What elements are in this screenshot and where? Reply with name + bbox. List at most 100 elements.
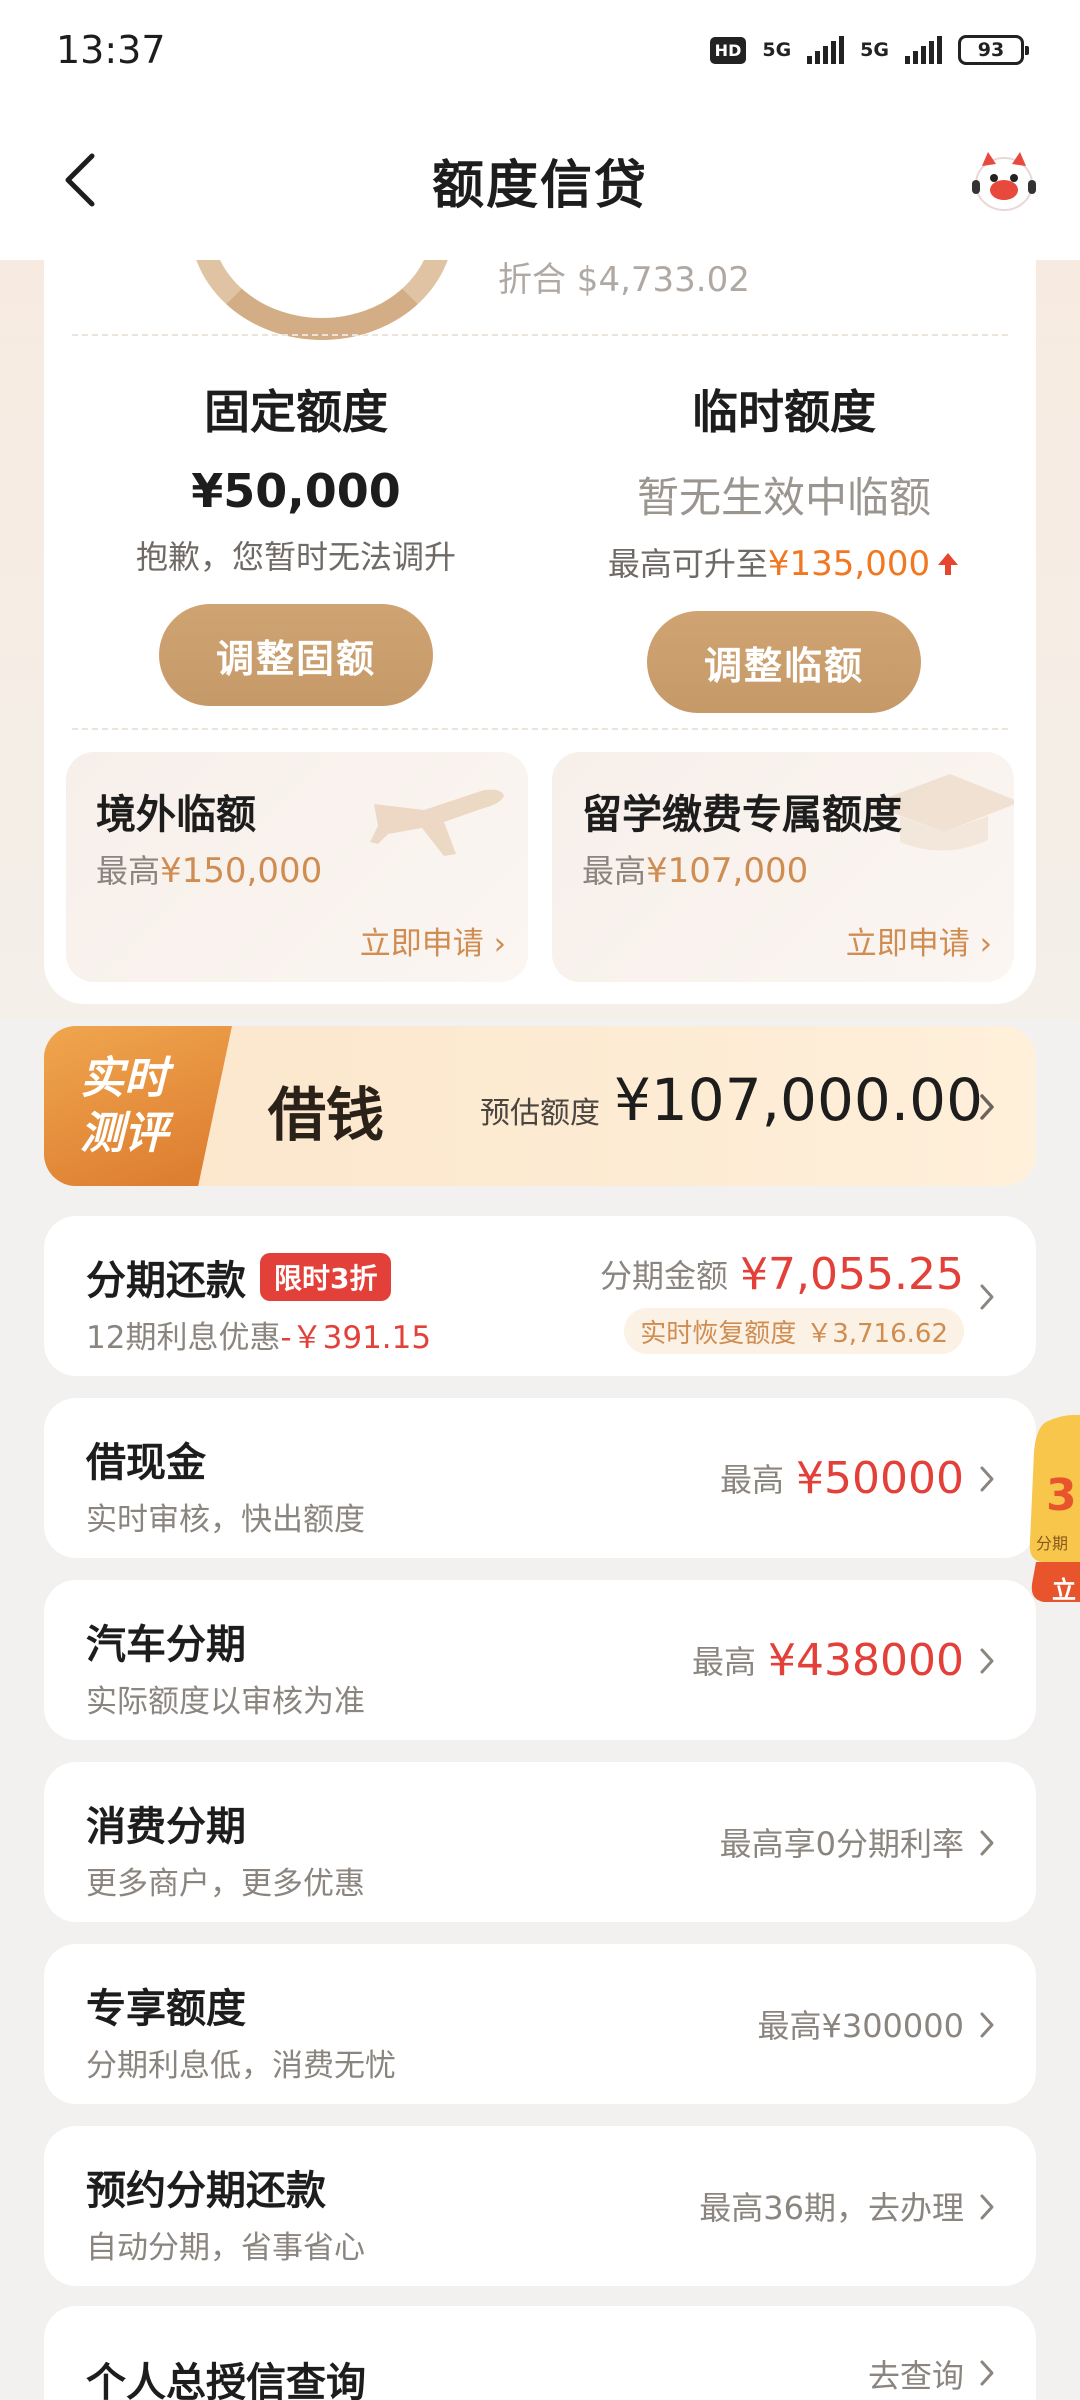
- list-item-right-label: 最高¥300000: [757, 2007, 964, 2045]
- estimated-limit-amount: ¥107,000.00: [614, 1066, 983, 1134]
- list-item-title: 汽车分期: [86, 1622, 246, 1668]
- fixed-limit-amount: ¥50,000: [191, 464, 401, 518]
- promo-title: 留学缴费专属额度: [582, 792, 902, 838]
- status-icons: HD 5G 5G 93: [709, 35, 1029, 65]
- promo-overseas-limit[interactable]: 境外临额 最高¥150,000 立即申请 ›: [66, 752, 528, 982]
- list-item-subtitle: 实际额度以审核为准: [86, 1684, 365, 1720]
- temp-limit-note: 最高可升至¥135,000: [544, 539, 1024, 585]
- floating-badge-text: 分期: [1036, 1534, 1069, 1553]
- interest-discount-label: 12期利息优惠: [86, 1320, 281, 1356]
- list-item-cash-loan[interactable]: 借现金 实时审核，快出额度 最高 ¥50000: [44, 1398, 1036, 1558]
- divider: [72, 728, 1008, 730]
- promo-prefix: 最高: [582, 852, 647, 890]
- back-arrow-icon[interactable]: [56, 150, 106, 210]
- chevron-right-icon: [980, 1830, 994, 1856]
- list-item-title: 消费分期: [86, 1804, 246, 1850]
- list-item-right-label: 最高: [720, 1461, 785, 1499]
- up-arrow-icon: [938, 553, 959, 575]
- apply-now-link[interactable]: 立即申请 ›: [360, 918, 506, 963]
- apply-now-label: 立即申请: [359, 926, 484, 962]
- floating-badge-cta: 立: [1052, 1576, 1076, 1604]
- chevron-right-icon: [980, 1648, 994, 1674]
- fixed-limit-section: 固定额度 ¥50,000 抱歉，您暂时无法调升 调整固额: [56, 376, 536, 706]
- credit-limit-card: 折合 $4,733.02 固定额度 ¥50,000 抱歉，您暂时无法调升 调整固…: [44, 110, 1036, 1004]
- list-item-scheduled-installment[interactable]: 预约分期还款 自动分期，省事省心 最高36期，去办理: [44, 2126, 1036, 2286]
- estimated-limit-label: 预估额度: [480, 1096, 600, 1131]
- list-item-right: 最高享0分期利率: [720, 1762, 964, 1922]
- promo-prefix: 最高: [96, 852, 161, 890]
- divider: [72, 334, 1008, 336]
- list-item-title: 预约分期还款: [86, 2168, 326, 2214]
- list-item-right: 去查询: [868, 2344, 964, 2400]
- temp-limit-status: 暂无生效中临额: [636, 473, 931, 522]
- airplane-icon: [370, 789, 504, 856]
- fixed-limit-note: 抱歉，您暂时无法调升: [135, 538, 456, 576]
- adjust-fixed-limit-button[interactable]: 调整固额: [159, 604, 433, 706]
- list-item-right: 最高 ¥50000: [720, 1398, 964, 1558]
- realtime-eval-tag: 实时 测评: [44, 1026, 232, 1186]
- promo-subtitle: 最高¥107,000: [582, 846, 808, 892]
- interest-discount-amount: -￥391.15: [280, 1320, 432, 1356]
- list-item-subtitle: 实时审核，快出额度: [86, 1502, 365, 1538]
- installment-repayment-card[interactable]: 分期还款 限时3折 12期利息优惠-￥391.15 分期金额 ¥7,055.25 …: [44, 1216, 1036, 1376]
- list-item-right-label: 最高36期，去办理: [699, 2189, 964, 2227]
- installment-subtitle: 12期利息优惠-￥391.15: [86, 1312, 431, 1357]
- list-item-right: 最高36期，去办理: [699, 2126, 964, 2286]
- temp-limit-note-prefix: 最高可升至: [607, 545, 768, 583]
- list-item-right-value: ¥438000: [768, 1634, 964, 1686]
- promo-amount: ¥150,000: [160, 851, 323, 891]
- list-item-subtitle: 分期利息低，消费无忧: [86, 2048, 396, 2084]
- status-bar: 13:37 HD 5G 5G 93: [0, 0, 1080, 100]
- chevron-right-icon: [980, 2360, 994, 2386]
- chevron-right-icon: [980, 1094, 994, 1120]
- temp-limit-section: 临时额度 暂无生效中临额 最高可升至¥135,000 调整临额: [544, 376, 1024, 713]
- discount-badge: 限时3折: [260, 1253, 392, 1301]
- chevron-right-icon: [980, 1466, 994, 1492]
- recover-limit-pill: 实时恢复额度 ￥3,716.62: [624, 1308, 964, 1354]
- mascot-avatar-icon[interactable]: [968, 144, 1040, 216]
- battery-icon: 93: [958, 35, 1029, 65]
- list-item-consumer-installment[interactable]: 消费分期 更多商户，更多优惠 最高享0分期利率: [44, 1762, 1036, 1922]
- list-item-right-value: ¥50000: [796, 1452, 964, 1504]
- list-item-credit-inquiry[interactable]: 个人总授信查询 去查询: [44, 2306, 1036, 2400]
- network-label-1: 5G: [762, 38, 792, 61]
- chevron-right-icon: [980, 2194, 994, 2220]
- list-item-right: 最高 ¥438000: [692, 1580, 964, 1740]
- hd-icon: HD: [709, 36, 747, 64]
- installment-title-text: 分期还款: [86, 1258, 246, 1304]
- chevron-right-icon: [980, 1284, 994, 1310]
- apply-now-label: 立即申请: [845, 926, 970, 962]
- recover-limit-label: 实时恢复额度: [640, 1318, 797, 1349]
- network-label-2: 5G: [860, 38, 889, 61]
- signal-icon: [807, 36, 845, 64]
- borrow-money-banner[interactable]: 实时 测评 借钱 预估额度 ¥107,000.00: [44, 1026, 1036, 1186]
- promo-study-abroad-limit[interactable]: 留学缴费专属额度 最高¥107,000 立即申请 ›: [552, 752, 1014, 982]
- installment-amount-label: 分期金额: [600, 1257, 729, 1295]
- apply-now-link[interactable]: 立即申请 ›: [846, 918, 992, 963]
- signal-icon-2: [905, 36, 942, 64]
- recover-limit-amount: ￥3,716.62: [806, 1318, 948, 1349]
- eval-tag-line2: 测评: [80, 1108, 168, 1159]
- list-item-title: 个人总授信查询: [86, 2360, 366, 2400]
- temp-limit-max-amount: ¥135,000: [767, 544, 931, 584]
- installment-title: 分期还款 限时3折: [86, 1248, 392, 1306]
- adjust-temp-limit-button[interactable]: 调整临额: [647, 611, 921, 713]
- borrow-title: 借钱: [268, 1081, 385, 1149]
- list-item-exclusive-limit[interactable]: 专享额度 分期利息低，消费无忧 最高¥300000: [44, 1944, 1036, 2104]
- floating-promo-badge[interactable]: 3 分期 立: [1026, 1412, 1080, 1612]
- eval-tag-line1: 实时: [80, 1053, 168, 1104]
- list-item-subtitle: 自动分期，省事省心: [86, 2230, 365, 2266]
- promo-subtitle: 最高¥150,000: [96, 846, 322, 892]
- list-item-title: 专享额度: [86, 1986, 246, 2032]
- fixed-limit-title: 固定额度: [204, 385, 388, 439]
- list-item-car-installment[interactable]: 汽车分期 实际额度以审核为准 最高 ¥438000: [44, 1580, 1036, 1740]
- promo-title: 境外临额: [96, 792, 256, 838]
- chevron-right-icon: [980, 2012, 994, 2038]
- list-item-right: 最高¥300000: [757, 1944, 964, 2104]
- list-item-title: 借现金: [86, 1440, 206, 1486]
- promo-amount: ¥107,000: [646, 851, 809, 891]
- list-item-subtitle: 更多商户，更多优惠: [86, 1866, 365, 1902]
- list-item-right-label: 去查询: [867, 2357, 964, 2395]
- installment-amount: ¥7,055.25: [740, 1248, 964, 1300]
- nav-bar: 额度信贷: [0, 100, 1080, 260]
